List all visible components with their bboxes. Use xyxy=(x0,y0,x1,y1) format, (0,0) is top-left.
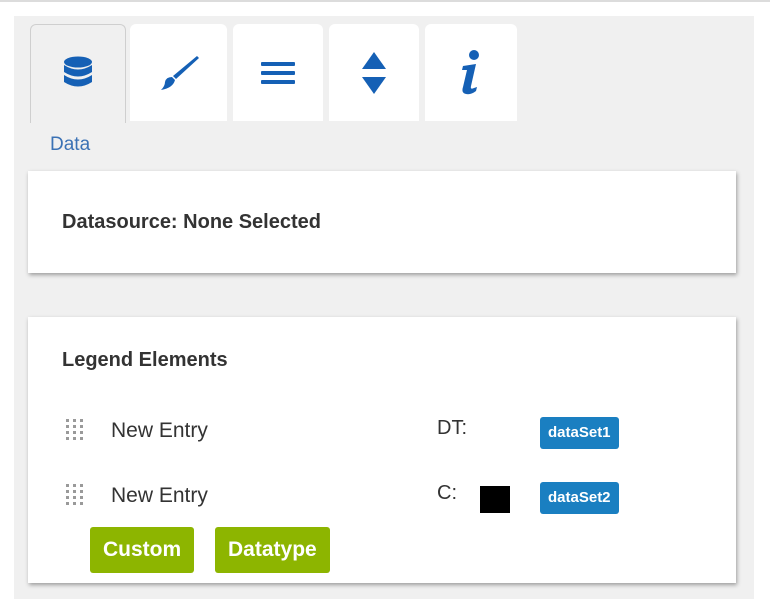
tab-legend[interactable] xyxy=(233,24,323,121)
datatype-button[interactable]: Datatype xyxy=(215,527,330,573)
legend-title: Legend Elements xyxy=(62,349,228,371)
tab-style[interactable] xyxy=(130,24,227,121)
legend-entry[interactable]: New Entry C: dataSet2 xyxy=(28,476,736,516)
tab-info[interactable] xyxy=(425,24,517,121)
dataset-badge[interactable]: dataSet2 xyxy=(540,482,619,514)
legend-entry-type: C: xyxy=(437,482,457,504)
dataset-badge[interactable]: dataSet1 xyxy=(540,417,619,449)
drag-handle-icon[interactable] xyxy=(66,419,84,441)
datasource-card: Datasource: None Selected xyxy=(28,171,736,273)
section-label[interactable]: Data xyxy=(50,134,90,156)
legend-elements-card: Legend Elements New Entry DT: dataSet1 N… xyxy=(28,317,736,583)
top-divider xyxy=(0,0,770,2)
drag-handle-icon[interactable] xyxy=(66,484,84,506)
list-icon xyxy=(261,60,295,86)
legend-entry-label[interactable]: New Entry xyxy=(111,484,208,508)
custom-button[interactable]: Custom xyxy=(90,527,195,573)
tab-data[interactable] xyxy=(30,24,126,123)
tab-sort[interactable] xyxy=(329,24,419,121)
legend-entry[interactable]: New Entry DT: dataSet1 xyxy=(28,411,736,451)
database-icon xyxy=(63,56,93,92)
legend-entry-label[interactable]: New Entry xyxy=(111,419,208,443)
paintbrush-icon xyxy=(159,55,199,91)
sort-arrows-icon xyxy=(362,51,386,94)
datasource-status: Datasource: None Selected xyxy=(62,211,321,233)
info-icon xyxy=(459,49,483,96)
color-swatch[interactable] xyxy=(480,486,510,513)
legend-entry-type: DT: xyxy=(437,417,467,439)
properties-panel: Data Datasource: None Selected Legend El… xyxy=(14,16,754,599)
